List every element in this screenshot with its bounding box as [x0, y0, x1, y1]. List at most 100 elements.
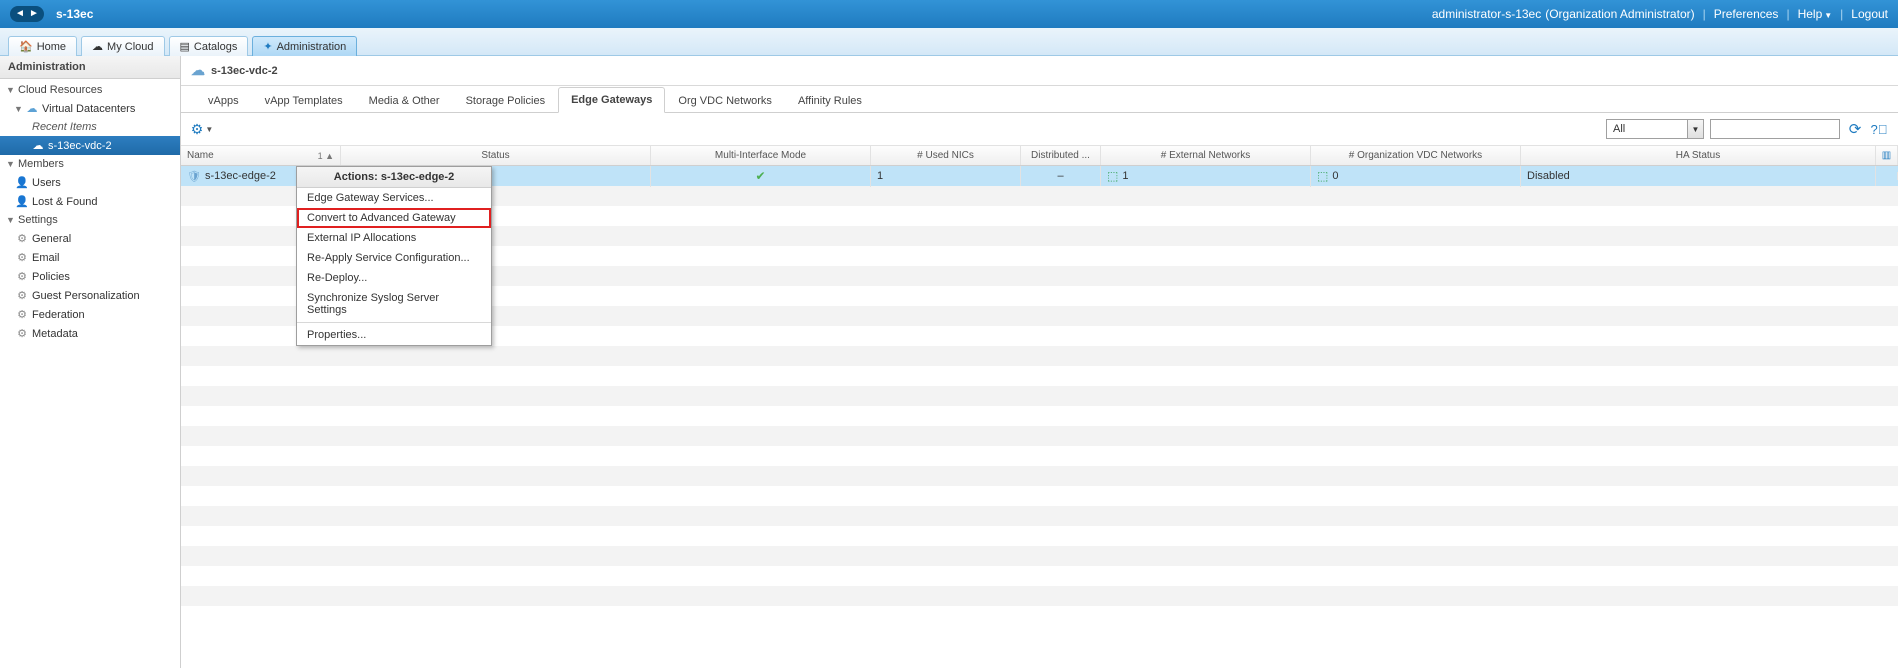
ctx-reapply-config[interactable]: Re-Apply Service Configuration...: [297, 248, 491, 268]
sidebar-metadata[interactable]: ⚙ Metadata: [0, 324, 180, 343]
nav-back-icon[interactable]: ◄: [13, 7, 27, 21]
sidebar-settings[interactable]: ▼ Settings: [0, 211, 180, 229]
sidebar-general[interactable]: ⚙ General: [0, 229, 180, 248]
tree-toggle-icon[interactable]: ▼: [6, 159, 16, 169]
label: Policies: [32, 271, 70, 283]
col-used-nics[interactable]: # Used NICs: [871, 146, 1021, 165]
nav-arrows: ◄ ►: [10, 6, 44, 22]
ctx-sync-syslog[interactable]: Synchronize Syslog Server Settings: [297, 288, 491, 320]
tab-administration[interactable]: ✦ Administration: [252, 36, 357, 56]
network-icon: ⬚: [1107, 169, 1118, 183]
tab-affinity-rules[interactable]: Affinity Rules: [785, 88, 875, 113]
tree-toggle-icon[interactable]: ▼: [14, 104, 24, 114]
ctx-edge-services[interactable]: Edge Gateway Services...: [297, 188, 491, 208]
sidebar-title: Administration: [0, 56, 180, 79]
col-config-button[interactable]: ▥: [1876, 146, 1898, 165]
sidebar-members[interactable]: ▼ Members: [0, 155, 180, 173]
content-area: ☁ s-13ec-vdc-2 vApps vApp Templates Medi…: [181, 56, 1898, 668]
col-org-vdc-networks[interactable]: # Organization VDC Networks: [1311, 146, 1521, 165]
gear-icon: ⚙: [14, 232, 30, 245]
cloud-icon: ☁: [30, 139, 46, 152]
tab-vapp-templates[interactable]: vApp Templates: [252, 88, 356, 113]
table-row: [181, 526, 1898, 546]
sep: |: [1786, 7, 1789, 21]
tab-org-vdc-networks[interactable]: Org VDC Networks: [665, 88, 785, 113]
sidebar-virtual-datacenters[interactable]: ▼ ☁ Virtual Datacenters: [0, 99, 180, 118]
col-ha-status[interactable]: HA Status: [1521, 146, 1876, 165]
col-name[interactable]: Name 1 ▲: [181, 146, 341, 165]
cell-org-networks: ⬚ 0: [1311, 166, 1521, 187]
label: Metadata: [32, 328, 78, 340]
table-row: [181, 586, 1898, 606]
sidebar-federation[interactable]: ⚙ Federation: [0, 305, 180, 324]
ctx-redeploy[interactable]: Re-Deploy...: [297, 268, 491, 288]
tab-edge-gateways[interactable]: Edge Gateways: [558, 87, 665, 113]
label: Cloud Resources: [18, 84, 102, 96]
nav-forward-icon[interactable]: ►: [27, 7, 41, 21]
sidebar-email[interactable]: ⚙ Email: [0, 248, 180, 267]
sidebar-policies[interactable]: ⚙ Policies: [0, 267, 180, 286]
col-distributed[interactable]: Distributed ...: [1021, 146, 1101, 165]
cloud-icon: ☁: [191, 62, 205, 79]
label: s-13ec-vdc-2: [48, 140, 112, 152]
tab-mycloud[interactable]: ☁ My Cloud: [81, 36, 164, 56]
ctx-external-ip[interactable]: External IP Allocations: [297, 228, 491, 248]
user-name[interactable]: administrator-s-13ec: [1432, 7, 1541, 21]
col-external-networks[interactable]: # External Networks: [1101, 146, 1311, 165]
label: Virtual Datacenters: [42, 103, 135, 115]
label: Lost & Found: [32, 196, 97, 208]
sidebar-users[interactable]: 👤 Users: [0, 173, 180, 192]
tab-home-label: Home: [37, 41, 66, 53]
table-row: [181, 426, 1898, 446]
cloud-icon: ☁: [92, 40, 103, 53]
chevron-down-icon[interactable]: ▼: [1687, 120, 1703, 138]
label: Email: [32, 252, 60, 264]
cell-ha: Disabled: [1521, 166, 1876, 186]
gear-icon: ⚙: [14, 289, 30, 302]
filter-combo[interactable]: All ▼: [1606, 119, 1704, 139]
help-button[interactable]: ?⃝: [1870, 120, 1888, 138]
table-row: [181, 506, 1898, 526]
tree-toggle-icon[interactable]: ▼: [6, 215, 16, 225]
gear-icon: ⚙: [14, 308, 30, 321]
sidebar-lost-found[interactable]: 👤 Lost & Found: [0, 192, 180, 211]
logout-link[interactable]: Logout: [1851, 7, 1888, 21]
tab-storage-policies[interactable]: Storage Policies: [453, 88, 559, 113]
main-nav: 🏠 Home ☁ My Cloud ▤ Catalogs ✦ Administr…: [0, 28, 1898, 56]
search-input[interactable]: [1710, 119, 1840, 139]
cell-nics: 1: [871, 166, 1021, 186]
check-icon: ✔: [755, 169, 765, 183]
context-menu: Actions: s-13ec-edge-2 Edge Gateway Serv…: [296, 166, 492, 346]
tab-administration-label: Administration: [277, 41, 347, 53]
sidebar-tree: ▼ Cloud Resources ▼ ☁ Virtual Datacenter…: [0, 79, 180, 345]
refresh-button[interactable]: ⟳: [1846, 120, 1864, 138]
ctx-convert-advanced[interactable]: Convert to Advanced Gateway: [297, 208, 491, 228]
table-row: [181, 606, 1898, 626]
gear-icon: ⚙: [191, 121, 204, 138]
sidebar-guest-personalization[interactable]: ⚙ Guest Personalization: [0, 286, 180, 305]
sidebar-cloud-resources[interactable]: ▼ Cloud Resources: [0, 81, 180, 99]
preferences-link[interactable]: Preferences: [1714, 7, 1779, 21]
sep: |: [1703, 7, 1706, 21]
label: 0: [1332, 170, 1338, 182]
tab-media[interactable]: Media & Other: [356, 88, 453, 113]
detail-tabs: vApps vApp Templates Media & Other Stora…: [181, 86, 1898, 113]
table-row: [181, 566, 1898, 586]
app-title: s-13ec: [56, 7, 93, 21]
col-status[interactable]: Status: [341, 146, 651, 165]
actions-gear-button[interactable]: ⚙ ▼: [191, 120, 213, 138]
cell-distributed: –: [1021, 166, 1101, 186]
tab-vapps[interactable]: vApps: [195, 88, 252, 113]
sidebar-vdc-item[interactable]: ☁ s-13ec-vdc-2: [0, 136, 180, 155]
table-row: [181, 486, 1898, 506]
grid-header: Name 1 ▲ Status Multi-Interface Mode # U…: [181, 146, 1898, 166]
user-role: (Organization Administrator): [1545, 7, 1694, 21]
col-multi-interface[interactable]: Multi-Interface Mode: [651, 146, 871, 165]
help-link[interactable]: Help▼: [1798, 7, 1833, 21]
tab-catalogs[interactable]: ▤ Catalogs: [169, 36, 249, 56]
ctx-properties[interactable]: Properties...: [297, 325, 491, 345]
tree-toggle-icon[interactable]: ▼: [6, 85, 16, 95]
label: Recent Items: [32, 121, 97, 133]
filter-value: All: [1607, 123, 1687, 135]
tab-home[interactable]: 🏠 Home: [8, 36, 77, 56]
